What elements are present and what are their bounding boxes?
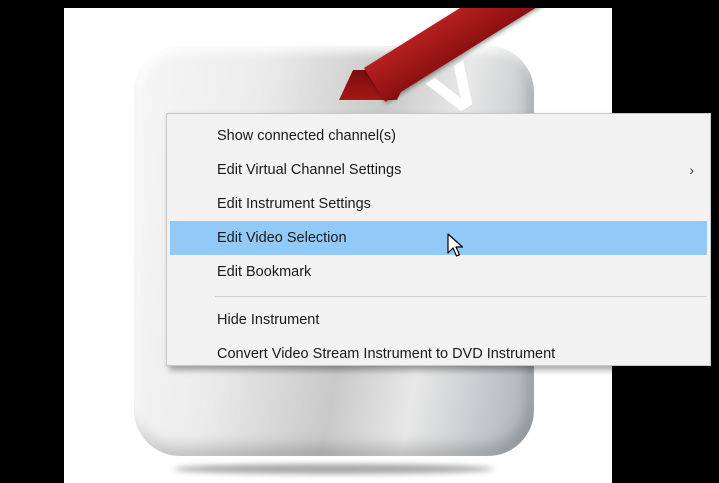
menu-item-label: Show connected channel(s) xyxy=(217,128,396,144)
menu-item-show-connected-channels[interactable]: Show connected channel(s) xyxy=(167,119,710,153)
context-menu: Show connected channel(s) Edit Virtual C… xyxy=(166,113,711,366)
menu-item-convert-video-stream-to-dvd[interactable]: Convert Video Stream Instrument to DVD I… xyxy=(167,337,710,371)
menu-item-label: Hide Instrument xyxy=(217,312,320,328)
menu-item-label: Edit Instrument Settings xyxy=(217,196,371,212)
arrow-pointer-icon xyxy=(447,233,464,257)
menu-item-label: Convert Video Stream Instrument to DVD I… xyxy=(217,346,556,362)
menu-item-label: Edit Bookmark xyxy=(217,264,312,280)
chevron-right-icon: › xyxy=(689,162,694,178)
letterbox-left xyxy=(0,0,64,483)
menu-item-edit-virtual-channel-settings[interactable]: Edit Virtual Channel Settings › xyxy=(167,153,710,187)
menu-separator xyxy=(215,296,707,297)
menu-item-edit-bookmark[interactable]: Edit Bookmark xyxy=(167,255,710,289)
menu-item-edit-video-selection[interactable]: Edit Video Selection xyxy=(170,221,707,255)
menu-item-hide-instrument[interactable]: Hide Instrument xyxy=(167,303,710,337)
screen: V Show connected channel(s) Edit Virtual… xyxy=(0,0,719,483)
menu-item-label: Edit Virtual Channel Settings xyxy=(217,162,402,178)
instrument-shadow xyxy=(174,464,494,474)
menu-item-edit-instrument-settings[interactable]: Edit Instrument Settings xyxy=(167,187,710,221)
menu-item-label: Edit Video Selection xyxy=(217,230,347,246)
